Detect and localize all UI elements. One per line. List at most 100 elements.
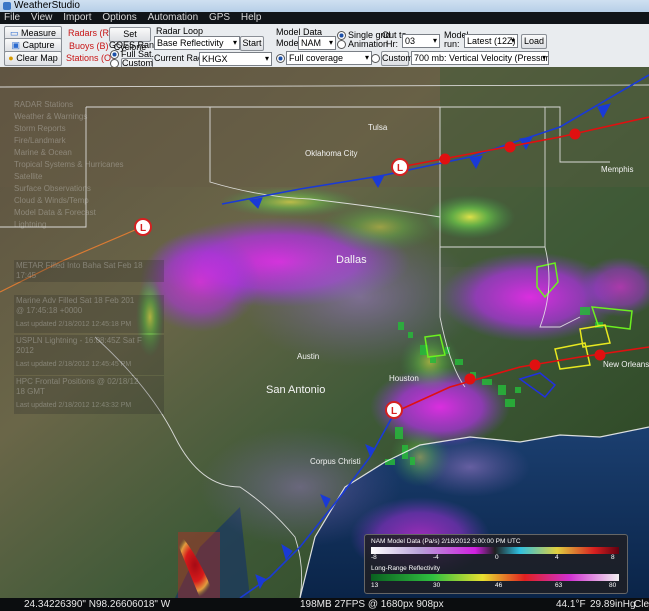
menu-import[interactable]: Import: [63, 12, 91, 23]
menu-automation[interactable]: Automation: [148, 12, 199, 23]
refl-tick: 46: [495, 582, 503, 589]
nam-legend-title: NAM Model Data (Pa/s) 2/18/2012 3:00:00 …: [371, 538, 521, 545]
stations-toggle[interactable]: Stations (O): [66, 53, 114, 64]
info-box-updated: Last updated 2/18/2012 12:43:32 PM: [16, 402, 132, 409]
radio-off-icon: [337, 40, 346, 50]
radio-off-icon: [371, 54, 380, 64]
refl-tick: 30: [433, 582, 441, 589]
city-san-antonio: San Antonio: [266, 384, 325, 396]
temperature-readout: 44.1°F: [556, 599, 586, 610]
clear-map-label: Clear Map: [16, 53, 58, 63]
clear-map-button[interactable]: ● Clear Map: [4, 51, 62, 66]
info-box-updated: Last updated 2/18/2012 12:45:45 PM: [16, 361, 132, 368]
layer-item[interactable]: Fire/Landmark: [14, 135, 124, 147]
low-marker-label: L: [391, 406, 397, 417]
layer-item[interactable]: Model Data & Forecast: [14, 207, 124, 219]
info-box-line: 2012: [16, 346, 34, 355]
city-tulsa: Tulsa: [368, 123, 388, 132]
refl-tick: 80: [609, 582, 617, 589]
radar-product-select[interactable]: Base Reflectivity: [154, 36, 240, 50]
info-box: METAR Filled Into Baha Sat Feb 18 17:45: [14, 260, 164, 282]
model-select[interactable]: NAM: [298, 36, 336, 50]
eraser-icon: ●: [8, 53, 17, 63]
info-box-line: @ 17:45:18 +0000: [16, 306, 83, 315]
layer-item[interactable]: Tropical Systems & Hurricanes: [14, 159, 124, 171]
layer-item[interactable]: Satellite: [14, 171, 124, 183]
menu-file[interactable]: File: [4, 12, 20, 23]
longitude-readout: 98.26606018" W: [96, 599, 171, 610]
conditions-readout: Clea: [634, 599, 649, 610]
nam-tick: -8: [371, 554, 377, 561]
menu-gps[interactable]: GPS: [209, 12, 230, 23]
layer-item[interactable]: Cloud & Winds/Temp: [14, 195, 124, 207]
info-box: Marine Adv Filled Sat 18 Feb 201 @ 17:45…: [14, 295, 164, 333]
refl-tick: 63: [555, 582, 563, 589]
refl-tick: 13: [371, 582, 379, 589]
coverage-select[interactable]: Full coverage: [286, 51, 372, 65]
weather-map[interactable]: L L L Tulsa Oklahoma City Memphis Dallas…: [0, 67, 649, 598]
custom-coverage-button[interactable]: Custom: [381, 51, 413, 66]
info-box-updated: Last updated 2/18/2012 12:45:18 PM: [16, 321, 132, 328]
buoys-toggle[interactable]: Buoys (B): [69, 41, 109, 52]
variable-select[interactable]: 700 mb: Vertical Velocity (Pressure) (Pa…: [411, 51, 549, 65]
low-marker-label: L: [140, 223, 146, 234]
menu-bar: File View Import Options Automation GPS …: [0, 12, 649, 24]
radars-toggle[interactable]: Radars (R): [68, 28, 112, 39]
hours-select[interactable]: 03: [402, 34, 440, 48]
latitude-readout: 24.34226390" N: [24, 599, 96, 610]
low-pressure-center[interactable]: L: [385, 401, 403, 419]
info-box-title: Marine Adv Filled Sat 18 Feb 201: [16, 296, 135, 305]
title-bar: WeatherStudio: [0, 0, 649, 12]
layer-item[interactable]: Surface Observations: [14, 183, 124, 195]
radio-on-icon: [276, 54, 285, 64]
overlay-layer-list: RADAR Stations Weather & Warnings Storm …: [14, 99, 124, 231]
measure-label: Measure: [21, 28, 57, 38]
load-button[interactable]: Load: [521, 34, 547, 49]
city-dallas: Dallas: [336, 254, 367, 266]
low-pressure-center[interactable]: L: [391, 158, 409, 176]
model-run-label-2: run:: [444, 39, 460, 49]
low-marker-label: L: [397, 163, 403, 174]
menu-view[interactable]: View: [31, 12, 53, 23]
animation-radio[interactable]: Animation: [337, 39, 388, 50]
measure-icon: ▭: [9, 28, 21, 38]
low-pressure-center[interactable]: L: [134, 218, 152, 236]
reflectivity-legend-title: Long-Range Reflectivity: [371, 565, 441, 572]
app-title: WeatherStudio: [14, 0, 80, 11]
city-houston: Houston: [389, 374, 419, 383]
menu-options[interactable]: Options: [102, 12, 136, 23]
reflectivity-color-bar: [371, 574, 619, 581]
info-box-title: HPC Frontal Positions @ 02/18/12: [16, 377, 139, 386]
render-stats: 198MB 27FPS @ 1680px 908px: [300, 599, 444, 610]
nam-tick: 0: [495, 554, 499, 561]
menu-help[interactable]: Help: [241, 12, 262, 23]
color-legend: NAM Model Data (Pa/s) 2/18/2012 3:00:00 …: [364, 534, 628, 594]
city-austin: Austin: [297, 352, 319, 361]
city-memphis: Memphis: [601, 165, 633, 174]
camera-icon: ▣: [11, 40, 23, 50]
pressure-readout: 29.89inHg: [590, 599, 636, 610]
nam-tick: -4: [433, 554, 439, 561]
city-corpus-christi: Corpus Christi: [310, 457, 361, 466]
info-box-line: 17:45: [16, 271, 37, 280]
info-box: HPC Frontal Positions @ 02/18/12 18 GMT …: [14, 376, 164, 414]
nam-color-bar: [371, 547, 619, 554]
status-bar: 24.34226390" N 98.26606018" W 198MB 27FP…: [0, 598, 649, 611]
layer-item[interactable]: Weather & Warnings: [14, 111, 124, 123]
layer-item[interactable]: Lightning: [14, 219, 124, 231]
hr-label: Hr:: [386, 39, 398, 49]
app-icon: [3, 2, 11, 10]
start-button[interactable]: Start: [240, 36, 264, 51]
layer-item[interactable]: Storm Reports: [14, 123, 124, 135]
model-run-select[interactable]: Latest (12Z): [464, 34, 518, 48]
nam-tick: 8: [611, 554, 615, 561]
info-box-title: METAR Filled Into Baha Sat Feb 18: [16, 261, 143, 270]
toolbar: ▭ Measure ▣ Capture Map ● Clear Map Rada…: [0, 24, 649, 69]
current-radar-select[interactable]: KHGX: [199, 52, 272, 66]
city-oklahoma-city: Oklahoma City: [305, 149, 357, 158]
info-box-line: 18 GMT: [16, 387, 45, 396]
city-new-orleans: New Orleans: [603, 360, 649, 369]
layer-item[interactable]: Marine & Ocean: [14, 147, 124, 159]
nam-tick: 4: [555, 554, 559, 561]
layer-item[interactable]: RADAR Stations: [14, 99, 124, 111]
